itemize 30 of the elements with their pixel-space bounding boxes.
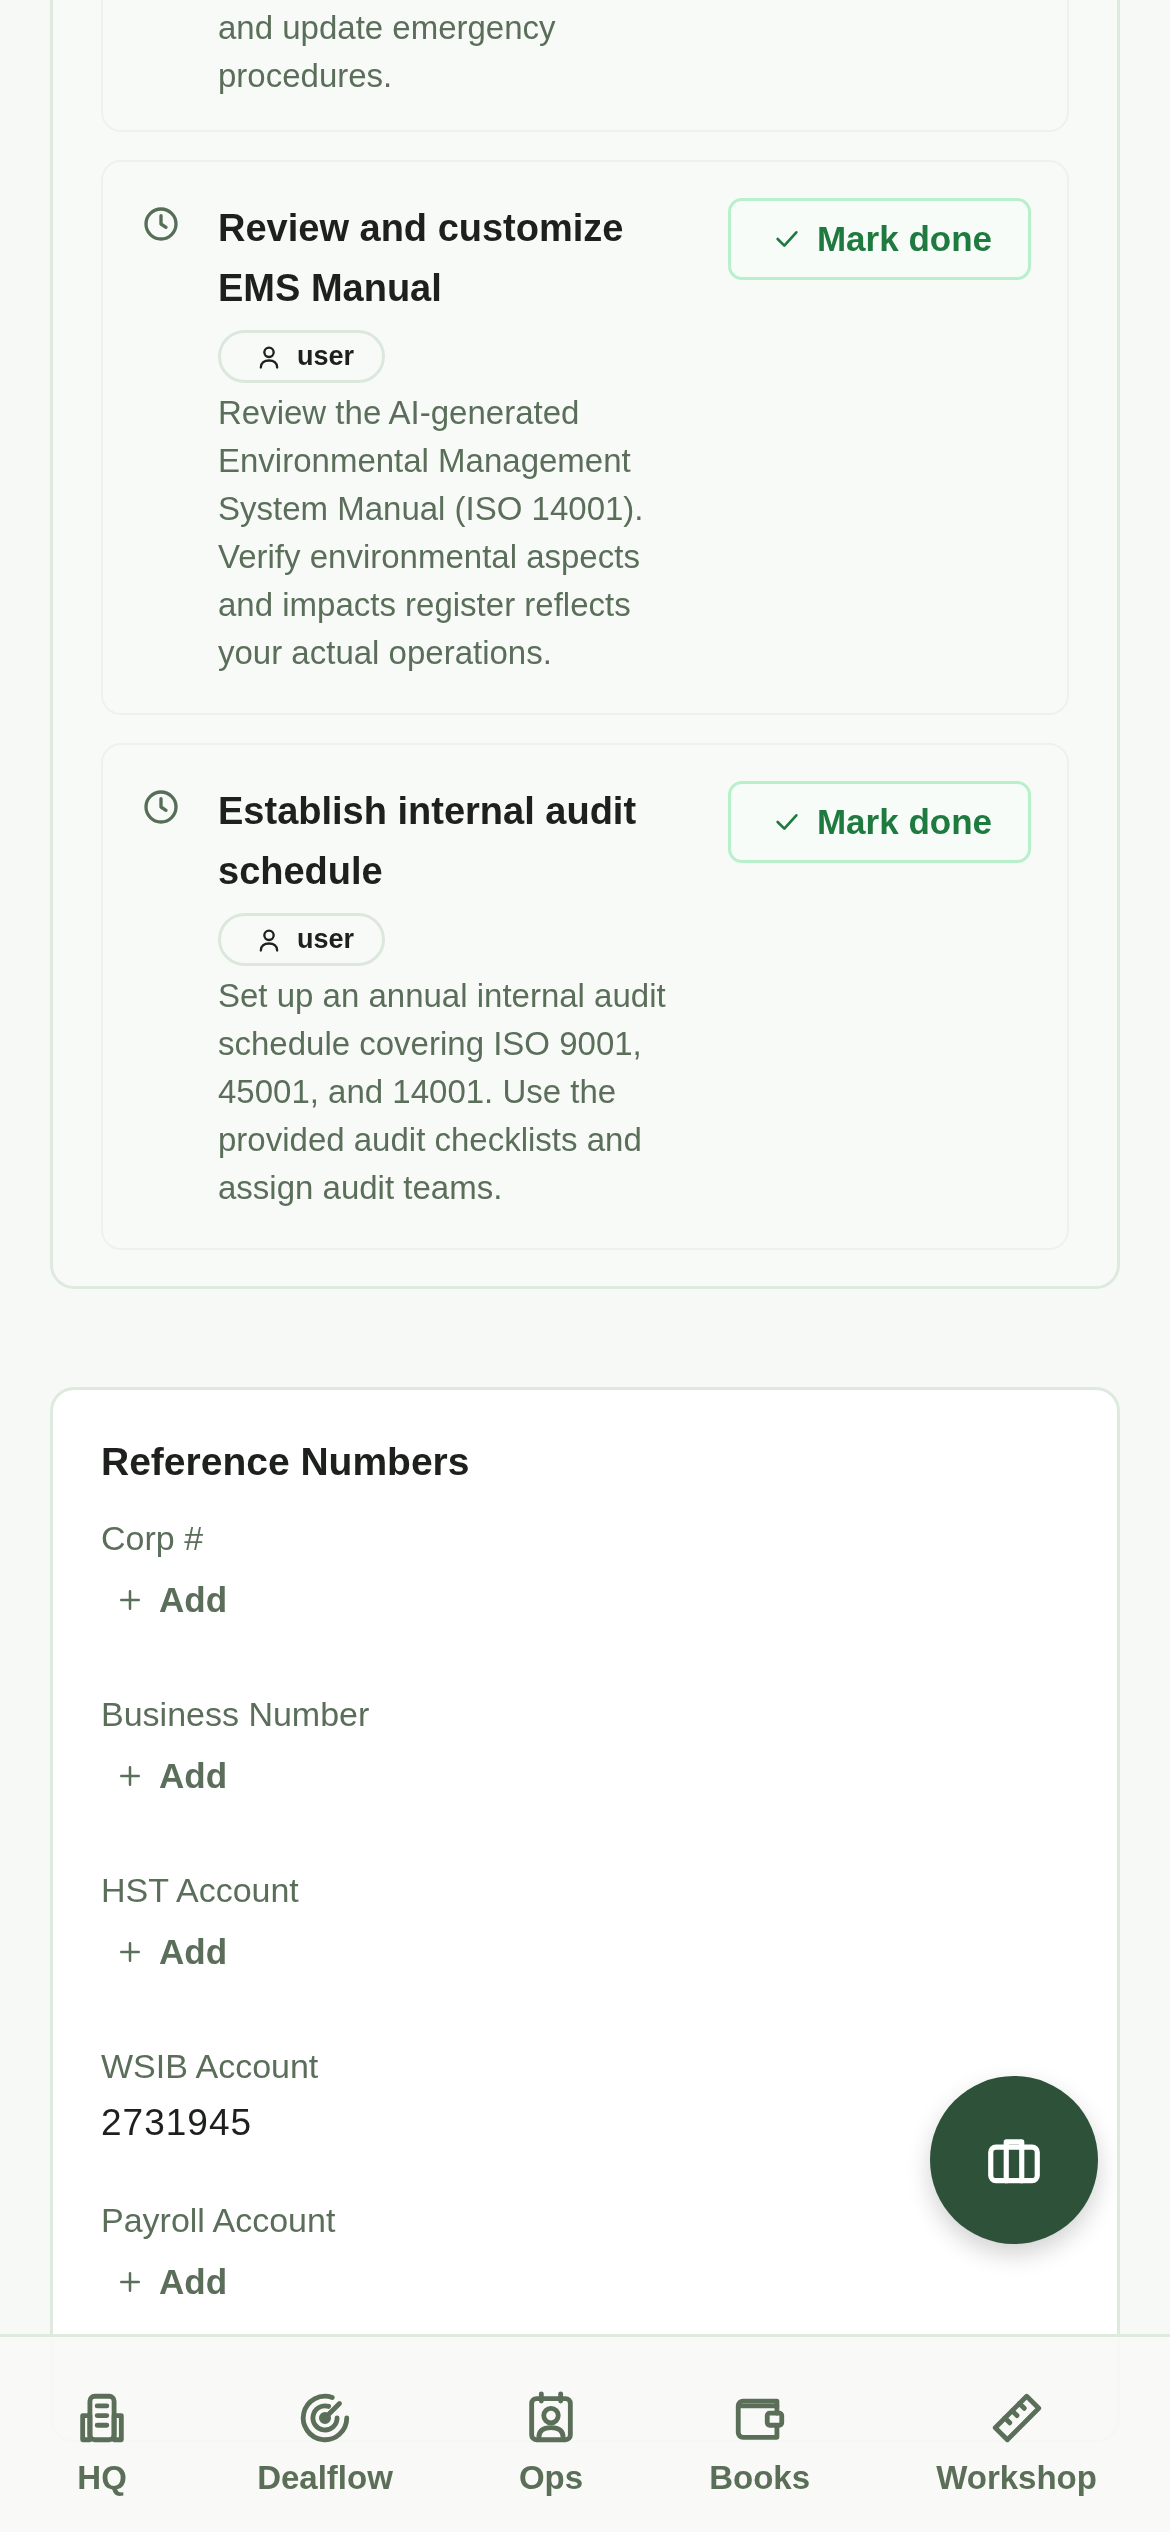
field-label: Business Number <box>101 1694 371 1735</box>
nav-label: Dealflow <box>257 2459 393 2497</box>
nav-tab[interactable]: Books <box>703 2337 817 2532</box>
task-description: Set up an annual internal audit schedule covering ISO 9001, 45001, and 14001. Use the provided audit checklists and assign audit teams. <box>218 976 667 1208</box>
field-label: WSIB Account <box>101 2046 320 2087</box>
field-label: Corp # <box>101 1518 205 1559</box>
nav-tab[interactable]: Ops <box>512 2337 590 2532</box>
field-label: HST Account <box>101 1870 300 1911</box>
add-button[interactable]: Add <box>101 2244 242 2320</box>
assignee-badge: user <box>218 913 386 966</box>
task-title: Review and customize EMS Manual <box>218 206 625 311</box>
nav-label: Books <box>709 2459 811 2497</box>
assignee-badge: user <box>218 330 386 383</box>
nav-tab[interactable]: Workshop <box>930 2337 1103 2532</box>
add-button[interactable]: Add <box>101 1914 242 1990</box>
nav-tab[interactable]: Dealflow <box>251 2337 399 2532</box>
task-description: and update emergency procedures. <box>218 8 557 96</box>
mark-done-button[interactable]: Mark done <box>727 198 1031 280</box>
add-button[interactable]: Add <box>101 1562 242 1638</box>
task-description: Review the AI-generated Environmental Management System Manual (ISO 14001). Verify environmental aspects and impacts register reflects your actual operations. <box>218 393 645 673</box>
field-label: Payroll Account <box>101 2200 337 2241</box>
nav-label: HQ <box>77 2459 127 2497</box>
task-title: Establish internal audit schedule <box>218 789 638 894</box>
nav-tab[interactable]: HQ <box>67 2337 138 2532</box>
section-title: Reference Numbers <box>101 1440 471 1484</box>
field-value: 2731945 <box>101 2102 254 2144</box>
nav-label: Ops <box>518 2459 584 2497</box>
add-button[interactable]: Add <box>101 1738 242 1814</box>
mark-done-button[interactable]: Mark done <box>727 781 1031 863</box>
nav-label: Workshop <box>936 2459 1097 2497</box>
